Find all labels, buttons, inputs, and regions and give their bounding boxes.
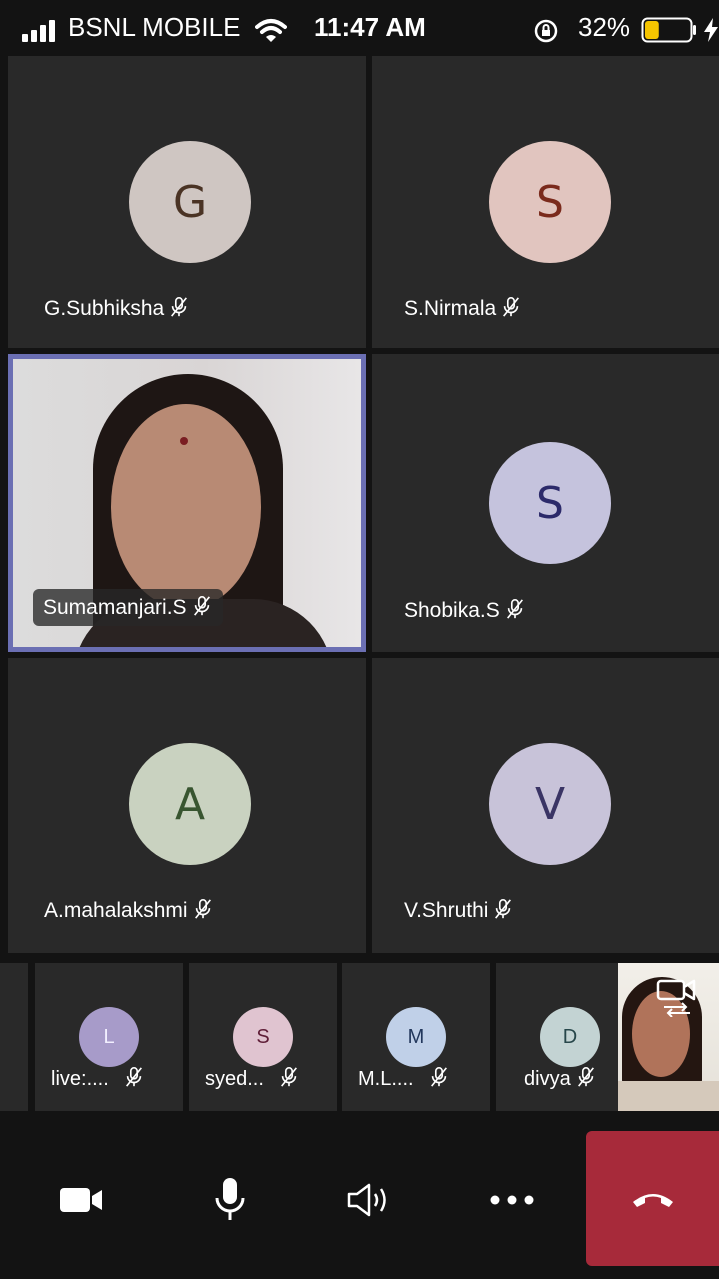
strip-participant-avatar: S [233, 1007, 293, 1067]
mic-off-icon [506, 599, 523, 619]
participant-avatar: A [129, 743, 251, 865]
more-icon [490, 1195, 534, 1204]
participant-avatar: S [489, 141, 611, 263]
speaker-button[interactable] [304, 1133, 434, 1266]
video-bindi [180, 437, 188, 445]
mic-off-icon [193, 596, 210, 616]
strip-participant-name: divya [524, 1068, 571, 1090]
participant-tile[interactable]: S Shobika.S [372, 354, 719, 652]
participant-tile[interactable]: Sumamanjari.S [8, 354, 366, 652]
participant-name-label: S.Nirmala [404, 296, 522, 321]
strip-participant-avatar: L [79, 1007, 139, 1067]
strip-participant-name: live:.... [51, 1068, 109, 1090]
strip-participant-name-label: live:.... [51, 1066, 145, 1091]
participant-avatar: V [489, 743, 611, 865]
mic-off-icon [194, 899, 211, 919]
charging-icon [704, 18, 718, 42]
microphone-button[interactable] [160, 1133, 300, 1266]
hang-up-button[interactable] [586, 1131, 719, 1266]
participant-name: S.Nirmala [404, 297, 497, 320]
mic-off-icon [495, 899, 512, 919]
self-video-body [618, 1081, 719, 1111]
participant-name-label: A.mahalakshmi [44, 898, 214, 923]
carrier-name: BSNL MOBILE [68, 12, 241, 42]
participant-tile[interactable]: V V.Shruthi [372, 658, 719, 953]
mic-off-icon [430, 1067, 447, 1087]
self-view[interactable] [618, 963, 719, 1111]
mic-off-icon [503, 297, 520, 317]
strip-participant-name: syed... [205, 1068, 264, 1090]
strip-participant-tile[interactable]: Ssyed... [189, 963, 337, 1111]
participant-tile[interactable]: A A.mahalakshmi [8, 658, 366, 953]
strip-participant-name: M.L.... [358, 1068, 414, 1090]
strip-participant-avatar: D [540, 1007, 600, 1067]
participant-name-label: V.Shruthi [404, 898, 514, 923]
camera-icon [60, 1187, 102, 1212]
strip-participant-tile[interactable]: M M.L.... [342, 963, 490, 1111]
participant-avatar: S [489, 442, 611, 564]
participant-name: Shobika.S [404, 599, 500, 622]
participant-avatar: G [129, 141, 251, 263]
participant-name: V.Shruthi [404, 899, 489, 922]
rotation-lock-icon [534, 19, 558, 43]
participant-name: A.mahalakshmi [44, 899, 188, 922]
microphone-icon [215, 1177, 245, 1220]
strip-participant-tile[interactable]: Ddivya [496, 963, 618, 1111]
video-face [111, 404, 261, 609]
hang-up-icon [632, 1193, 673, 1207]
mic-off-icon [125, 1067, 142, 1087]
battery-icon [641, 17, 696, 43]
strip-participant-tile[interactable]: Llive:.... [35, 963, 183, 1111]
speaker-icon [347, 1183, 386, 1216]
participant-name-label: Sumamanjari.S [33, 589, 223, 626]
strip-tile-partial[interactable] [0, 963, 28, 1111]
strip-participant-name-label: M.L.... [358, 1066, 450, 1091]
more-button[interactable] [438, 1133, 586, 1266]
participant-tile[interactable]: G G.Subhiksha [8, 56, 366, 348]
status-bar: BSNL MOBILE 11:47 AM 32% [0, 0, 719, 56]
clock: 11:47 AM [314, 12, 426, 42]
participant-name: G.Subhiksha [44, 297, 165, 320]
strip-participant-avatar: M [386, 1007, 446, 1067]
participant-name-label: Shobika.S [404, 598, 526, 623]
signal-icon [22, 20, 55, 42]
strip-participant-name-label: syed... [205, 1066, 300, 1091]
participant-name: Sumamanjari.S [43, 596, 187, 619]
mic-off-icon [280, 1067, 297, 1087]
participant-name-label: G.Subhiksha [44, 296, 190, 321]
switch-camera-icon[interactable] [656, 977, 700, 1017]
wifi-icon [255, 19, 287, 42]
battery-percent: 32% [578, 12, 631, 42]
mic-off-icon [171, 297, 188, 317]
participant-tile[interactable]: S S.Nirmala [372, 56, 719, 348]
mic-off-icon [577, 1067, 594, 1087]
camera-button[interactable] [8, 1133, 156, 1266]
strip-participant-name-label: divya [524, 1066, 597, 1091]
